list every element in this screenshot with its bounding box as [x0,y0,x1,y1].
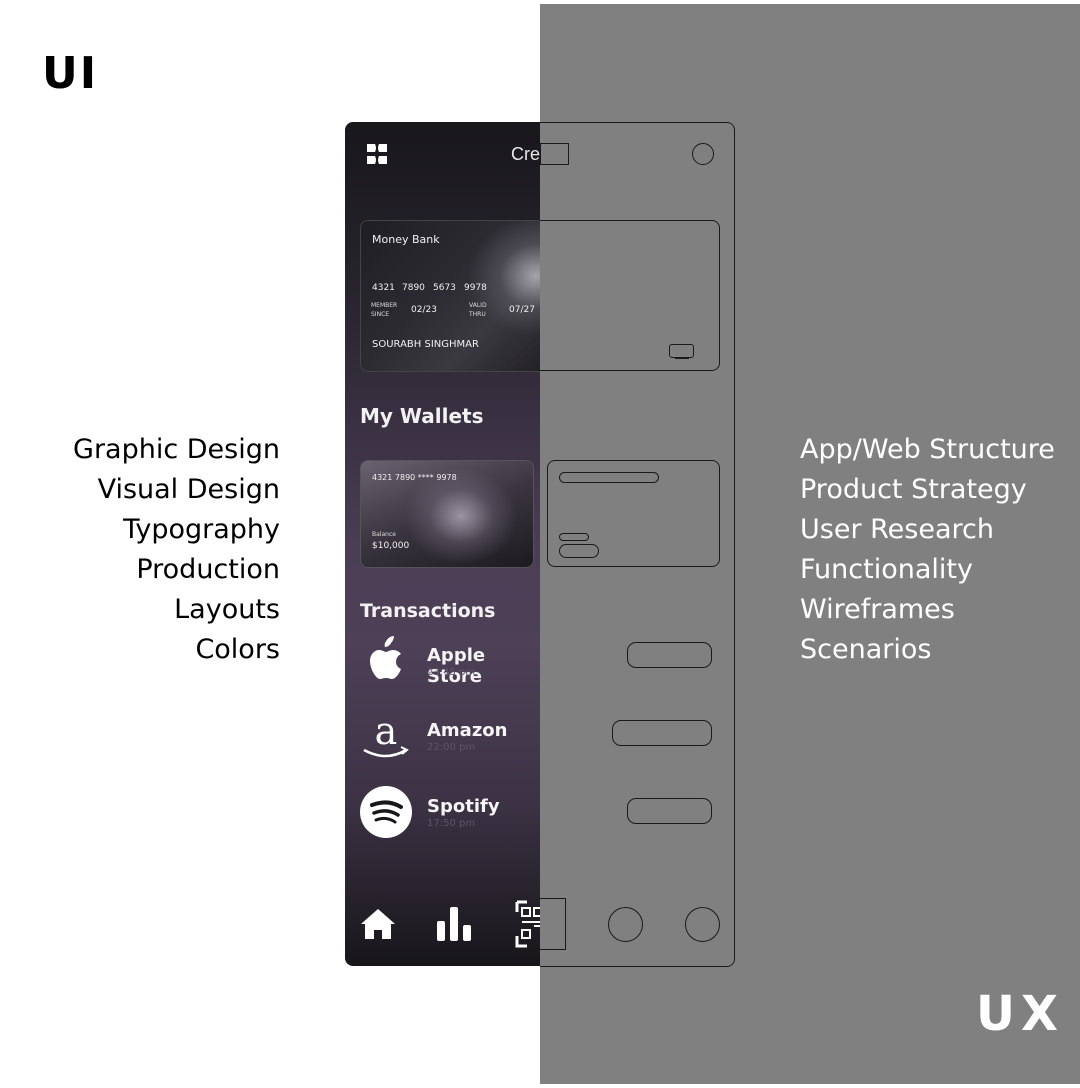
card-number-group: 7890 [402,283,425,293]
wireframe-amount-pill [627,642,712,668]
wireframe-amount-pill [627,798,712,824]
ux-heading: UX [976,986,1064,1042]
card-number-group: 5673 [433,283,456,293]
wallet-card[interactable]: 4321 7890 **** 9978 Balance $10,000 [360,460,534,568]
transaction-time: 23:45 pm [427,667,476,678]
card-number-group: 4321 [372,283,395,293]
ui-skill-item: Layouts [174,594,280,625]
wireframe-header-title-box [540,143,569,165]
wireframe-text-line [559,544,599,558]
svg-text:a: a [375,712,398,753]
spotify-icon [360,786,412,838]
ui-skill-item: Typography [123,514,280,545]
transaction-time: 17:50 pm [427,818,476,829]
ui-skill-item: Visual Design [97,474,280,505]
transaction-row[interactable]: Apple Store 23:45 pm [360,634,541,694]
credit-card[interactable]: Money Bank 4321 7890 5673 9978 MEMBER SI… [360,220,541,372]
wallets-title: My Wallets [360,404,484,428]
wallet-balance: $10,000 [372,541,410,551]
phone-ui-mockup: Cre Money Bank 4321 7890 5673 9978 MEMBE… [345,122,541,966]
wireframe-card-chip-base [675,358,689,360]
member-since-label: MEMBER SINCE [371,302,398,318]
ui-skill-item: Graphic Design [73,434,280,465]
wireframe-nav-circle[interactable] [608,907,643,942]
ui-skills-list: Graphic Design Visual Design Typography … [73,430,280,670]
apple-icon [370,636,401,679]
ux-skill-item: Scenarios [800,634,932,665]
wireframe-profile-circle[interactable] [692,143,714,165]
transaction-name: Apple Store [427,645,486,687]
transaction-row[interactable]: Spotify 17:50 pm [360,786,541,846]
amazon-icon: a [363,712,409,758]
header-title: Cre [511,144,541,164]
wireframe-card-chip [669,344,694,358]
ux-skill-item: User Research [800,514,994,545]
transactions-title: Transactions [360,600,496,622]
card-number-group: 9978 [464,283,487,293]
valid-thru-date: 07/27 [509,305,535,315]
app-logo-icon[interactable] [365,142,389,166]
ux-skill-item: App/Web Structure [800,434,1055,465]
ui-heading: UI [42,48,99,99]
ux-skill-item: Wireframes [800,594,955,625]
qr-scan-icon[interactable] [515,900,541,948]
wallet-balance-label: Balance [372,531,396,538]
wireframe-text-line [559,533,589,541]
ux-skill-item: Product Strategy [800,474,1027,505]
valid-thru-label: VALID THRU [469,302,487,318]
ui-skill-item: Production [136,554,280,585]
member-since-date: 02/23 [411,305,437,315]
ux-skill-item: Functionality [800,554,973,585]
ux-skills-list: App/Web Structure Product Strategy User … [800,430,1055,670]
home-icon[interactable] [358,904,398,944]
wireframe-nav-circle[interactable] [685,907,720,942]
stats-icon[interactable] [434,904,474,944]
wireframe-nav-box[interactable] [540,898,566,950]
wireframe-amount-pill [612,720,712,746]
card-holder-name: SOURABH SINGHMAR [372,339,479,350]
transaction-time: 22:00 pm [427,742,476,753]
wallet-number: 4321 7890 **** 9978 [372,473,457,482]
transaction-name: Spotify [427,796,500,817]
transaction-name: Amazon [427,720,508,741]
transaction-row[interactable]: a Amazon 22:00 pm [360,712,541,772]
wireframe-text-line [559,472,659,483]
card-bank-name: Money Bank [372,233,440,246]
ui-skill-item: Colors [195,634,280,665]
